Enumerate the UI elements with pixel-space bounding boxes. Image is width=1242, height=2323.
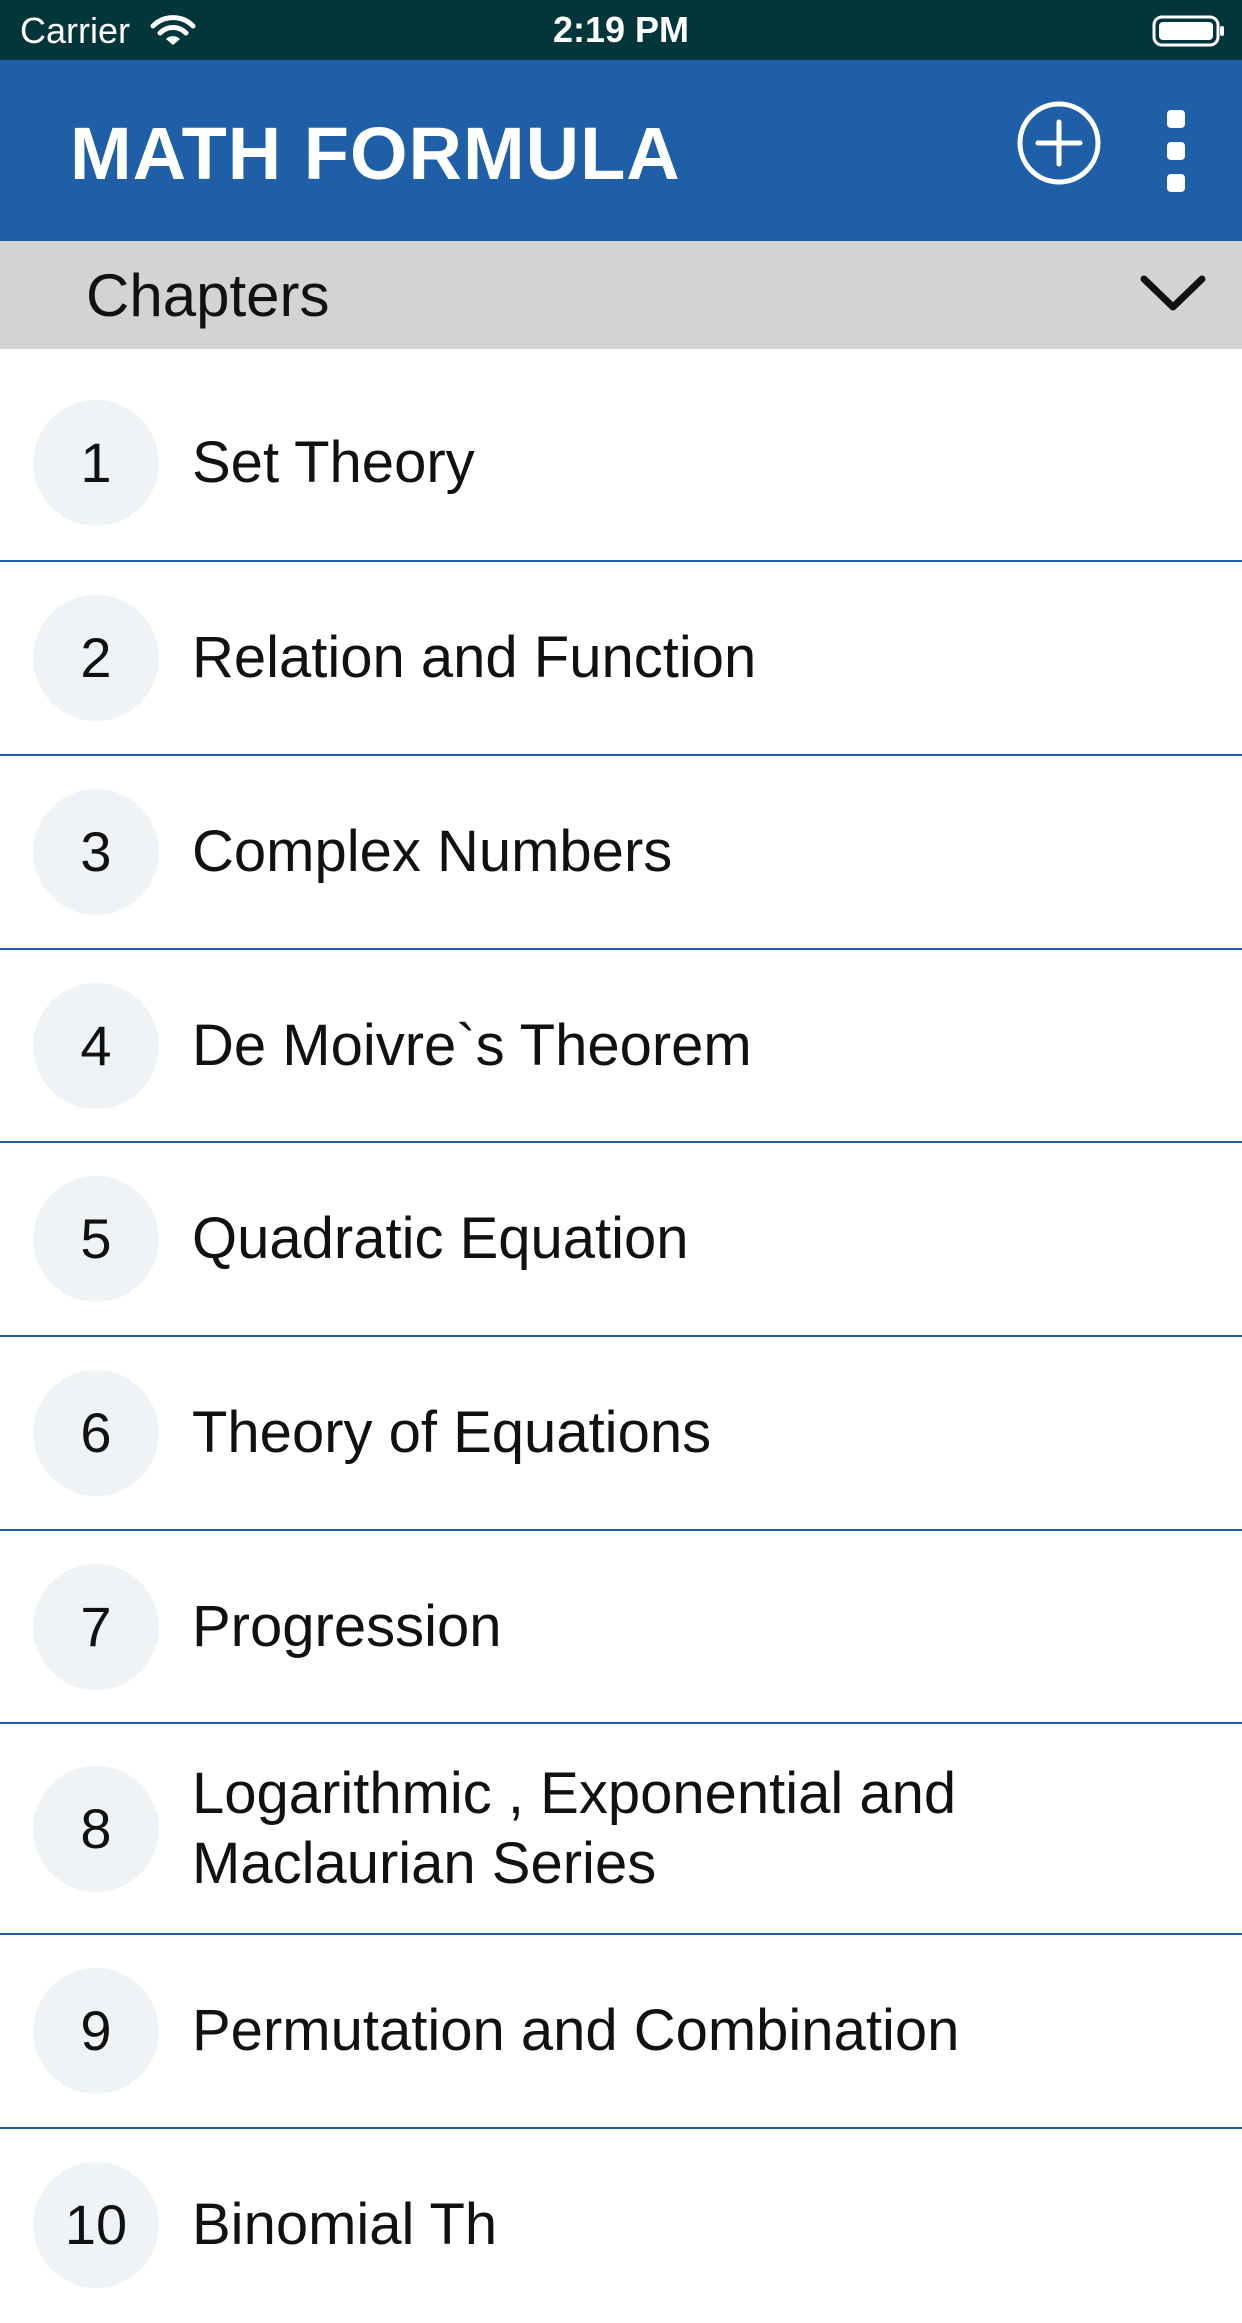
chapter-number: 2 xyxy=(33,595,159,721)
chapter-title: Logarithmic , Exponential and Maclaurian… xyxy=(192,1759,1202,1899)
app-bar: MATH FORMULA xyxy=(0,60,1242,241)
chapter-number: 7 xyxy=(33,1564,159,1690)
battery-icon xyxy=(1152,15,1224,47)
chapter-number: 1 xyxy=(33,400,159,526)
chapter-item-9[interactable]: 9 Permutation and Combination xyxy=(0,1935,1242,2129)
chapter-item-8[interactable]: 8 Logarithmic , Exponential and Maclauri… xyxy=(0,1724,1242,1935)
chapter-title: Binomial Th xyxy=(192,2192,498,2257)
app-title: MATH FORMULA xyxy=(70,112,681,195)
chapter-title: Complex Numbers xyxy=(192,819,673,884)
chapter-number: 6 xyxy=(33,1370,159,1496)
more-vertical-icon[interactable] xyxy=(1156,108,1196,194)
chapter-title: Set Theory xyxy=(192,430,475,495)
chapter-item-1[interactable]: 1 Set Theory xyxy=(0,349,1242,562)
chapter-item-6[interactable]: 6 Theory of Equations xyxy=(0,1337,1242,1531)
chapter-title-line: Maclaurian Series xyxy=(192,1831,657,1896)
chapters-dropdown[interactable]: Chapters xyxy=(0,241,1242,349)
chapter-item-4[interactable]: 4 De Moivre`s Theorem xyxy=(0,950,1242,1143)
chapter-number: 5 xyxy=(33,1176,159,1302)
chapter-item-2[interactable]: 2 Relation and Function xyxy=(0,562,1242,756)
plus-circle-icon[interactable] xyxy=(1016,100,1102,186)
chapter-number: 3 xyxy=(33,789,159,915)
chapter-title: Theory of Equations xyxy=(192,1400,712,1465)
chapter-item-7[interactable]: 7 Progression xyxy=(0,1531,1242,1724)
chapter-title: De Moivre`s Theorem xyxy=(192,1013,752,1078)
chapter-number: 8 xyxy=(33,1766,159,1892)
chapter-item-5[interactable]: 5 Quadratic Equation xyxy=(0,1143,1242,1337)
chapter-title-line: Logarithmic , Exponential and xyxy=(192,1761,957,1826)
chapter-item-10[interactable]: 10 Binomial Th xyxy=(0,2129,1242,2323)
chapters-label: Chapters xyxy=(86,262,330,329)
status-bar: Carrier 2:19 PM xyxy=(0,0,1242,60)
chapter-title: Quadratic Equation xyxy=(192,1206,689,1271)
status-time: 2:19 PM xyxy=(552,9,690,50)
chapter-number: 4 xyxy=(33,983,159,1109)
chapter-number: 10 xyxy=(33,2162,159,2288)
chapter-title: Progression xyxy=(192,1594,502,1659)
chapter-title: Permutation and Combination xyxy=(192,1998,960,2063)
chapter-number: 9 xyxy=(33,1968,159,2094)
chapter-item-3[interactable]: 3 Complex Numbers xyxy=(0,756,1242,950)
chapter-title: Relation and Function xyxy=(192,625,757,690)
chevron-down-icon xyxy=(1140,275,1206,311)
